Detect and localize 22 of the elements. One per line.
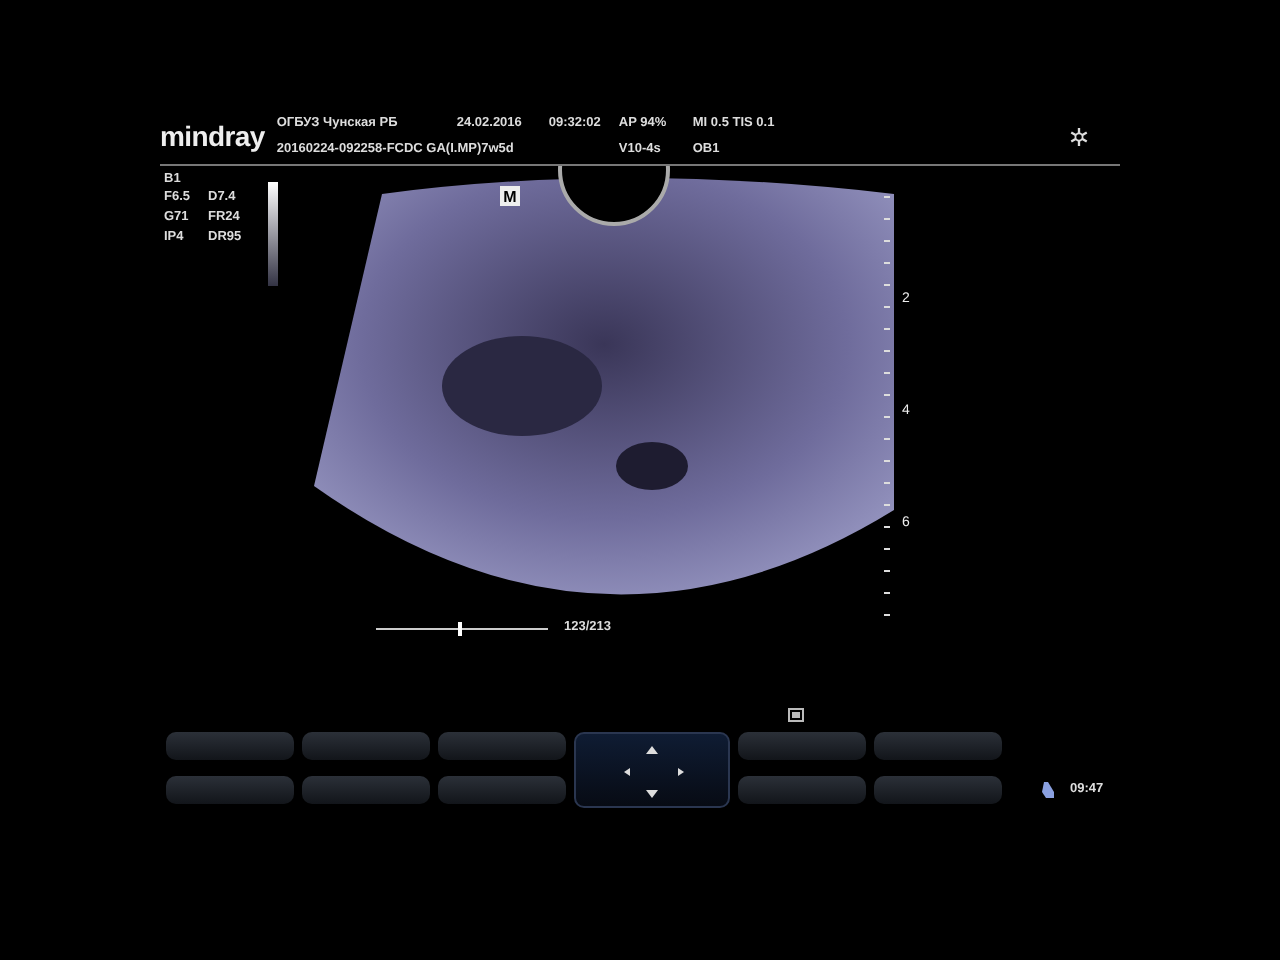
- snowflake-icon: [1070, 127, 1088, 146]
- orientation-marker: M: [500, 185, 520, 206]
- soft-key[interactable]: [738, 731, 866, 760]
- left-arrow-icon[interactable]: [624, 767, 630, 776]
- grayscale-bar: [268, 181, 278, 286]
- soft-key[interactable]: [166, 775, 294, 804]
- brand-logo: mindray: [160, 119, 265, 154]
- soft-key[interactable]: [874, 775, 1002, 804]
- soft-key[interactable]: [874, 731, 1002, 760]
- probe-arc: [558, 165, 670, 226]
- soft-key[interactable]: [166, 731, 294, 760]
- soft-key[interactable]: [438, 775, 566, 804]
- down-arrow-icon[interactable]: [646, 789, 658, 798]
- soft-key[interactable]: [302, 731, 430, 760]
- up-arrow-icon[interactable]: [646, 745, 658, 754]
- right-arrow-icon[interactable]: [678, 767, 684, 776]
- film-icon: [788, 707, 804, 722]
- slider-thumb[interactable]: [458, 621, 463, 636]
- soft-key[interactable]: [302, 775, 430, 804]
- probe-icon: [1042, 781, 1054, 798]
- soft-key[interactable]: [738, 775, 866, 804]
- soft-key[interactable]: [438, 731, 566, 760]
